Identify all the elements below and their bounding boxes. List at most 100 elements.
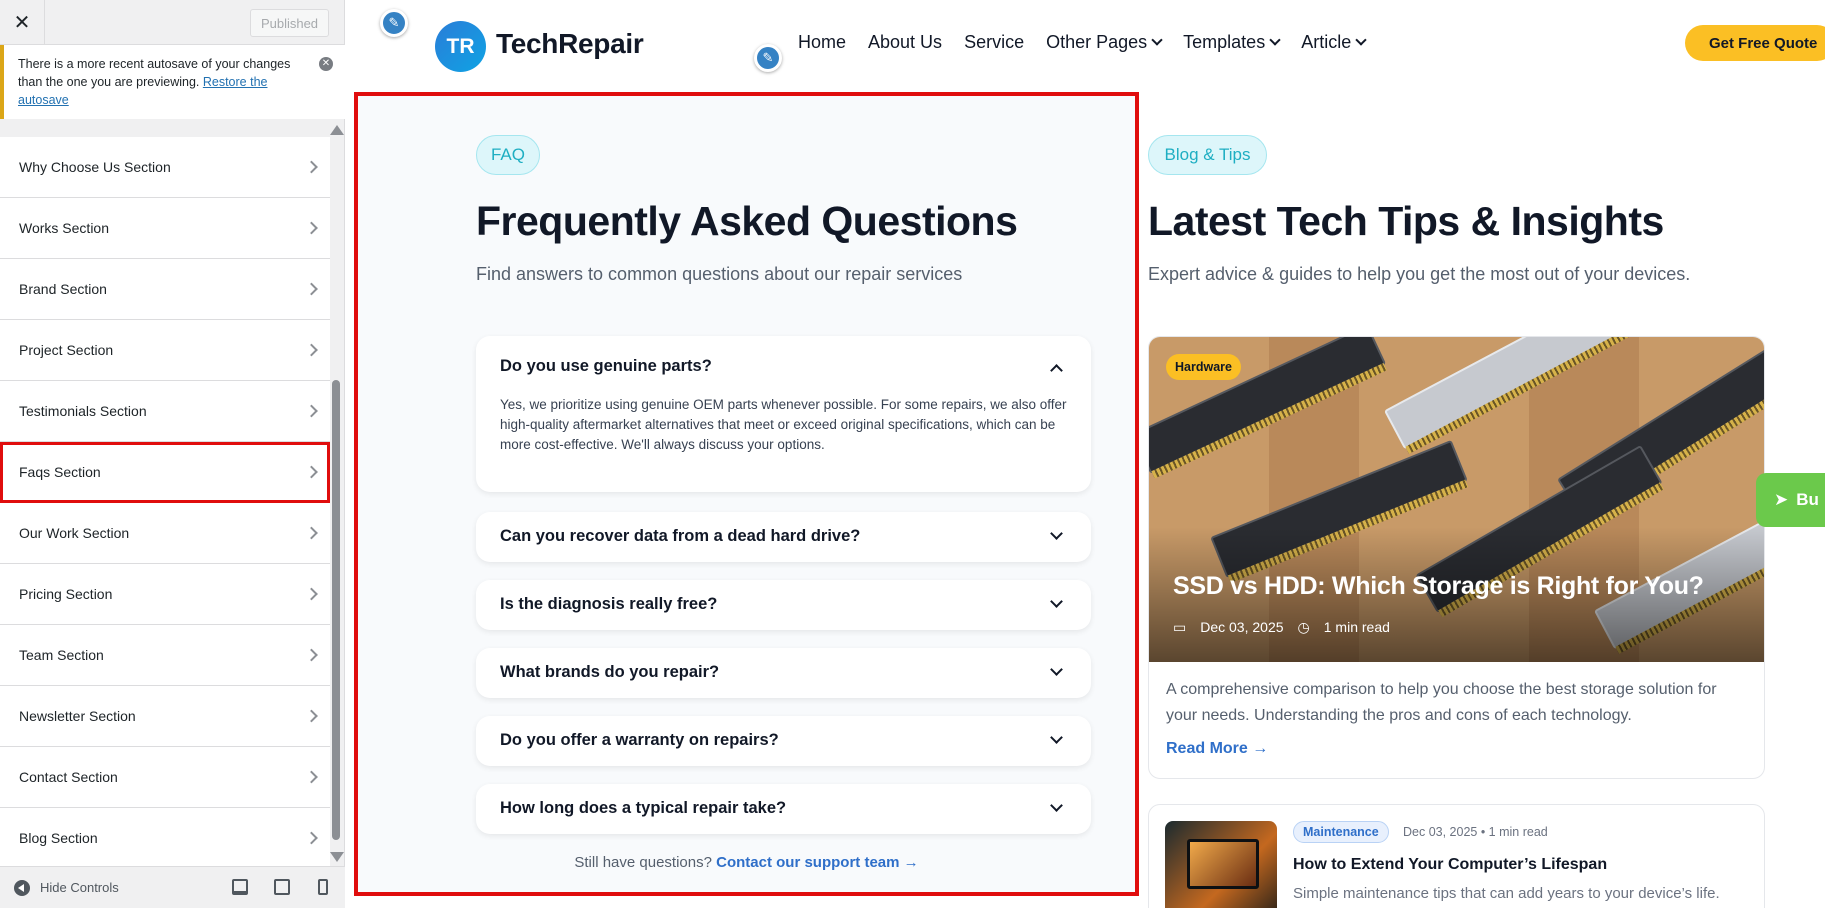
section-item-label: Blog Section bbox=[19, 830, 98, 846]
faq-accordion-item[interactable]: Do you offer a warranty on repairs? bbox=[476, 716, 1091, 766]
section-item-label: Testimonials Section bbox=[19, 403, 147, 419]
faq-question[interactable]: Do you offer a warranty on repairs? bbox=[500, 731, 779, 750]
nav-item-about-us[interactable]: About Us bbox=[868, 32, 942, 53]
chevron-right-icon bbox=[305, 343, 318, 357]
clock-icon: ◷ bbox=[1297, 619, 1310, 635]
section-item-works[interactable]: Works Section bbox=[0, 198, 330, 259]
post-thumbnail[interactable] bbox=[1165, 821, 1277, 908]
desktop-preview-icon[interactable] bbox=[232, 879, 248, 895]
tablet-preview-icon[interactable] bbox=[274, 879, 290, 895]
faq-question[interactable]: What brands do you repair? bbox=[500, 663, 719, 682]
section-item-pricing[interactable]: Pricing Section bbox=[0, 564, 330, 625]
nav-item-service[interactable]: Service bbox=[964, 32, 1024, 53]
section-item-label: Pricing Section bbox=[19, 586, 113, 602]
send-icon: ➤ bbox=[1774, 490, 1789, 509]
featured-post-excerpt: A comprehensive comparison to help you c… bbox=[1166, 681, 1717, 724]
calendar-icon: ▭ bbox=[1173, 619, 1187, 635]
section-item-label: Contact Section bbox=[19, 769, 118, 785]
site-preview: ✎ TR TechRepair ✎ Home About Us Service … bbox=[346, 0, 1825, 908]
section-item-label: Project Section bbox=[19, 342, 114, 358]
featured-post-title[interactable]: SSD vs HDD: Which Storage is Right for Y… bbox=[1173, 572, 1704, 601]
post-title[interactable]: How to Extend Your Computer’s Lifespan bbox=[1293, 856, 1607, 874]
section-item-label: Why Choose Us Section bbox=[19, 159, 171, 175]
section-item-testimonials[interactable]: Testimonials Section bbox=[0, 381, 330, 442]
chevron-right-icon bbox=[305, 465, 318, 479]
hide-controls-button[interactable]: Hide Controls bbox=[40, 880, 119, 895]
category-badge[interactable]: Maintenance bbox=[1293, 821, 1389, 843]
scroll-up-arrow-icon[interactable] bbox=[330, 125, 344, 135]
section-item-newsletter[interactable]: Newsletter Section bbox=[0, 686, 330, 747]
faq-question[interactable]: Can you recover data from a dead hard dr… bbox=[500, 527, 860, 546]
section-item-faqs[interactable]: Faqs Section bbox=[0, 442, 330, 503]
post-excerpt: Simple maintenance tips that can add yea… bbox=[1293, 885, 1720, 902]
nav-item-article[interactable]: Article bbox=[1301, 32, 1365, 53]
section-item-contact[interactable]: Contact Section bbox=[0, 747, 330, 808]
chevron-down-icon[interactable] bbox=[1050, 595, 1063, 608]
contact-support-link[interactable]: Contact our support team → bbox=[716, 854, 919, 871]
chevron-down-icon[interactable] bbox=[1050, 663, 1063, 676]
buy-now-button[interactable]: ➤ Bu bbox=[1756, 473, 1825, 527]
dismiss-notice-icon[interactable]: ✕ bbox=[319, 57, 333, 71]
chevron-right-icon bbox=[305, 404, 318, 418]
scroll-down-arrow-icon[interactable] bbox=[330, 852, 344, 862]
read-time: 1 min read bbox=[1323, 619, 1390, 635]
section-item-label: Faqs Section bbox=[19, 464, 101, 480]
faq-question[interactable]: How long does a typical repair take? bbox=[500, 799, 786, 818]
site-header: ✎ TR TechRepair ✎ Home About Us Service … bbox=[346, 0, 1825, 88]
logo-text[interactable]: TechRepair bbox=[496, 28, 644, 60]
faq-subtitle: Find answers to common questions about o… bbox=[476, 264, 963, 284]
section-item-label: Works Section bbox=[19, 220, 109, 236]
page-content: FAQ Frequently Asked Questions Find answ… bbox=[346, 88, 1825, 908]
mobile-preview-icon[interactable] bbox=[318, 879, 328, 895]
faq-accordion-item[interactable]: Is the diagnosis really free? bbox=[476, 580, 1091, 630]
chevron-up-icon[interactable] bbox=[1050, 364, 1063, 377]
chevron-right-icon bbox=[305, 221, 318, 235]
faq-question[interactable]: Do you use genuine parts? bbox=[500, 357, 712, 376]
category-badge[interactable]: Hardware bbox=[1166, 354, 1241, 380]
customizer-root: ✕ Published There is a more recent autos… bbox=[0, 0, 1825, 908]
section-item-team[interactable]: Team Section bbox=[0, 625, 330, 686]
faq-accordion-item[interactable]: Can you recover data from a dead hard dr… bbox=[476, 512, 1091, 562]
chevron-down-icon[interactable] bbox=[1050, 731, 1063, 744]
faq-accordion-item[interactable]: Do you use genuine parts? Yes, we priori… bbox=[476, 336, 1091, 492]
section-item-our-work[interactable]: Our Work Section bbox=[0, 503, 330, 564]
section-item-project[interactable]: Project Section bbox=[0, 320, 330, 381]
faq-title: Frequently Asked Questions bbox=[476, 198, 1018, 244]
chevron-right-icon bbox=[305, 770, 318, 784]
featured-blog-image[interactable]: Hardware SSD vs HDD: Which Storage is Ri… bbox=[1149, 337, 1764, 662]
post-date: Dec 03, 2025 bbox=[1200, 619, 1284, 635]
edit-shortcut-pencil-icon[interactable]: ✎ bbox=[754, 44, 782, 72]
publish-button[interactable]: Published bbox=[250, 9, 329, 37]
section-item-label: Team Section bbox=[19, 647, 104, 663]
hide-controls-icon[interactable] bbox=[14, 879, 30, 896]
featured-blog-card[interactable]: Hardware SSD vs HDD: Which Storage is Ri… bbox=[1148, 336, 1765, 779]
post-meta: Dec 03, 2025 • 1 min read bbox=[1403, 825, 1548, 839]
blog-list-card[interactable]: Maintenance Dec 03, 2025 • 1 min read Ho… bbox=[1148, 804, 1765, 908]
close-icon[interactable]: ✕ bbox=[0, 0, 45, 45]
chevron-down-icon[interactable] bbox=[1050, 527, 1063, 540]
blog-title: Latest Tech Tips & Insights bbox=[1148, 198, 1664, 244]
chevron-right-icon bbox=[305, 282, 318, 296]
section-item-label: Brand Section bbox=[19, 281, 107, 297]
nav-item-other-pages[interactable]: Other Pages bbox=[1046, 32, 1161, 53]
chevron-right-icon bbox=[305, 709, 318, 723]
still-questions-text: Still have questions? bbox=[574, 854, 712, 871]
faq-accordion-item[interactable]: What brands do you repair? bbox=[476, 648, 1091, 698]
logo-icon[interactable]: TR bbox=[435, 21, 486, 72]
nav-item-templates[interactable]: Templates bbox=[1183, 32, 1279, 53]
buy-now-label: Bu bbox=[1796, 490, 1819, 509]
edit-shortcut-pencil-icon[interactable]: ✎ bbox=[380, 9, 408, 37]
section-item-blog[interactable]: Blog Section bbox=[0, 808, 330, 869]
chevron-right-icon bbox=[305, 587, 318, 601]
sidebar-footer: Hide Controls bbox=[0, 866, 345, 908]
get-free-quote-button[interactable]: Get Free Quote bbox=[1685, 25, 1825, 61]
scrollbar-thumb[interactable] bbox=[332, 380, 340, 840]
nav-item-home[interactable]: Home bbox=[798, 32, 846, 53]
section-item-label: Our Work Section bbox=[19, 525, 130, 541]
chevron-down-icon[interactable] bbox=[1050, 799, 1063, 812]
section-item-brand[interactable]: Brand Section bbox=[0, 259, 330, 320]
section-item-why-choose-us[interactable]: Why Choose Us Section bbox=[0, 137, 330, 198]
read-more-link[interactable]: Read More → bbox=[1166, 740, 1268, 758]
faq-question[interactable]: Is the diagnosis really free? bbox=[500, 595, 717, 614]
faq-accordion-item[interactable]: How long does a typical repair take? bbox=[476, 784, 1091, 834]
